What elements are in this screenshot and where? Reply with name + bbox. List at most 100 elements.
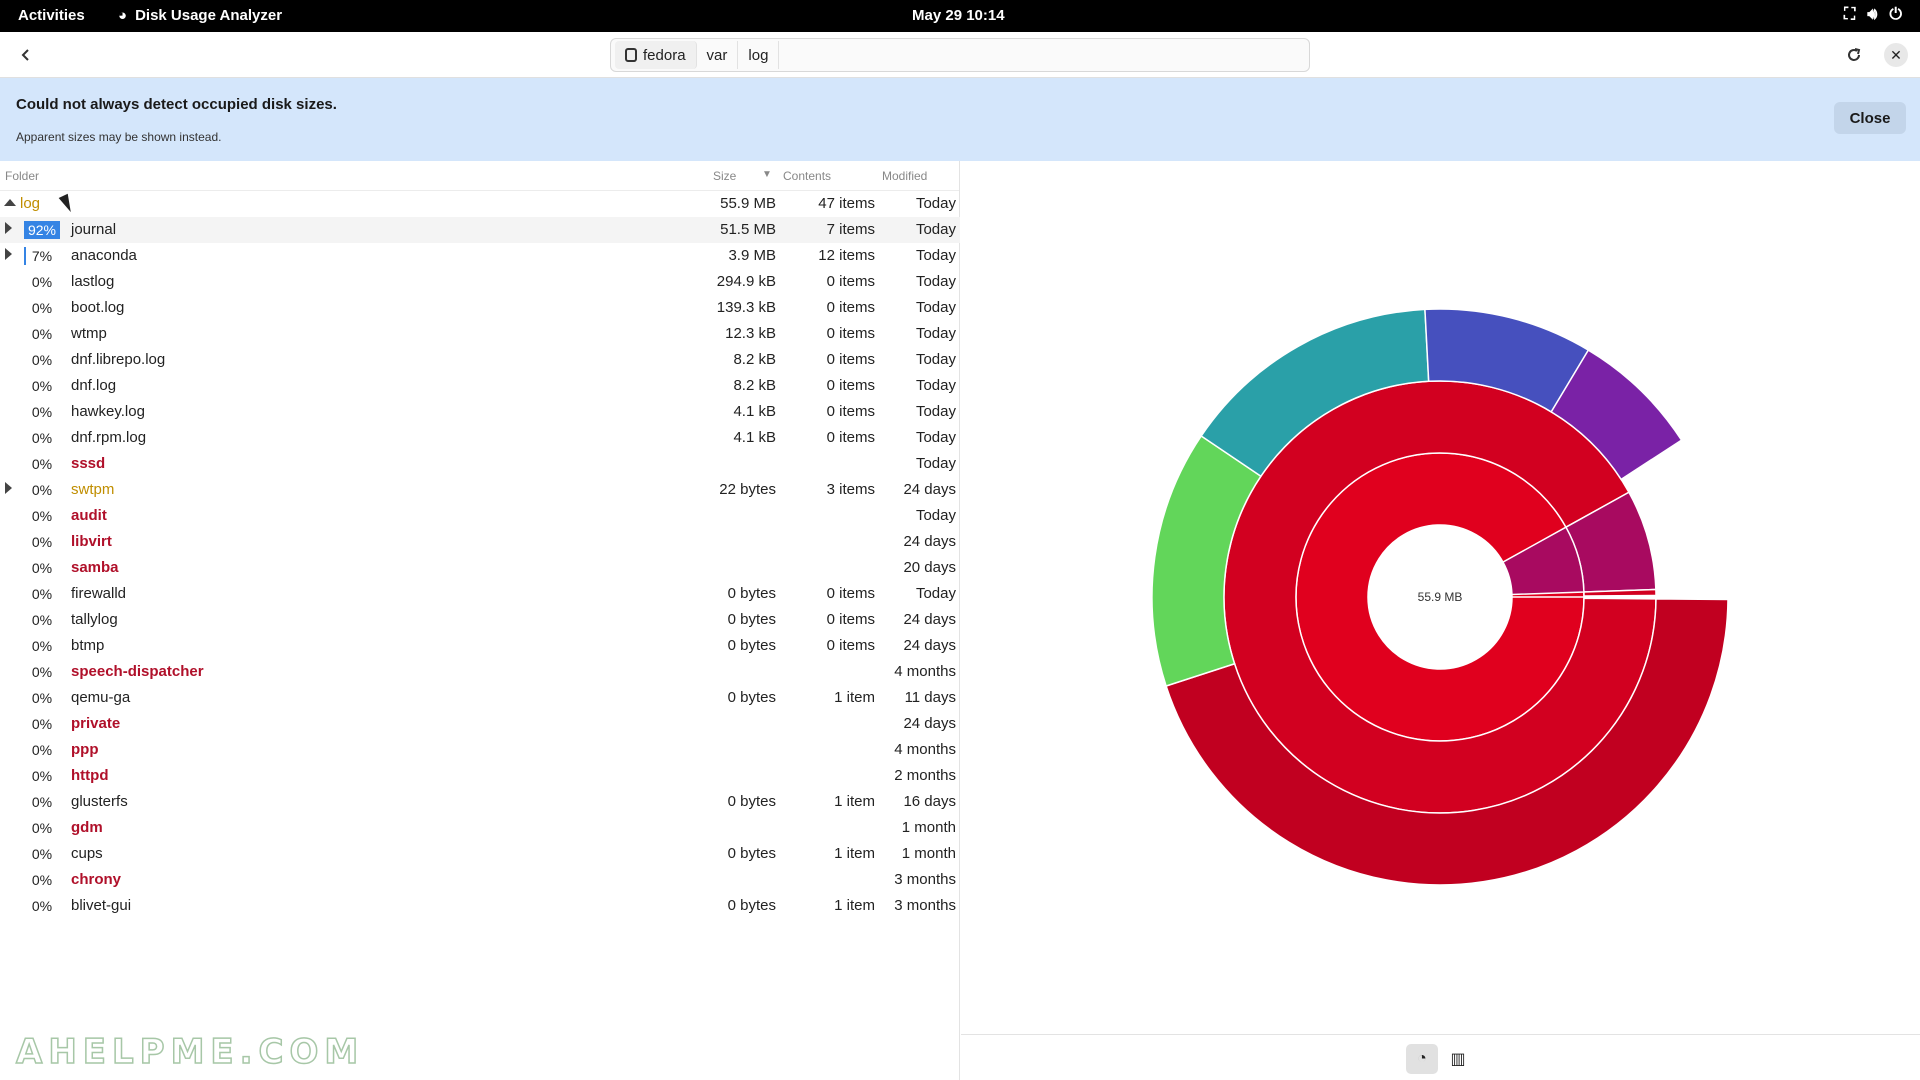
size-cell: 0 bytes bbox=[727, 637, 776, 654]
ring-chart[interactable]: 55.9 MB bbox=[961, 161, 1920, 1034]
modified-cell: 11 days bbox=[904, 689, 956, 706]
folder-tree: Folder Size ▼ Contents Modified log 55.9 … bbox=[0, 161, 960, 1080]
percent-cell: 0% bbox=[31, 898, 53, 914]
column-header-folder[interactable]: Folder bbox=[5, 169, 39, 183]
folder-name: journal bbox=[71, 221, 117, 238]
contents-cell: 0 items bbox=[826, 637, 875, 654]
contents-cell: 1 item bbox=[834, 689, 875, 706]
folder-name: speech-dispatcher bbox=[71, 663, 204, 680]
modified-cell: 3 months bbox=[894, 897, 956, 914]
table-row[interactable]: 0% dnf.log 8.2 kB 0 items Today bbox=[0, 373, 960, 399]
modified-cell: Today bbox=[915, 429, 956, 446]
modified-cell: 24 days bbox=[903, 533, 956, 550]
table-row[interactable]: 0% blivet-gui 0 bytes 1 item 3 months bbox=[0, 893, 960, 919]
path-segment-fedora[interactable]: fedora bbox=[615, 41, 697, 69]
percent-cell: 0% bbox=[31, 664, 53, 680]
table-row[interactable]: 0% dnf.librepo.log 8.2 kB 0 items Today bbox=[0, 347, 960, 373]
column-header-modified[interactable]: Modified bbox=[882, 169, 927, 183]
percent-cell: 0% bbox=[31, 378, 53, 394]
folder-name: swtpm bbox=[71, 481, 115, 498]
table-row[interactable]: 0% gdm 1 month bbox=[0, 815, 960, 841]
disk-usage-icon: ◕ bbox=[118, 7, 128, 24]
network-icon: ⛶ bbox=[1844, 6, 1856, 23]
table-row[interactable]: 0% boot.log 139.3 kB 0 items Today bbox=[0, 295, 960, 321]
window-close-button[interactable]: ✕ bbox=[1884, 43, 1908, 67]
table-row[interactable]: 0% speech-dispatcher 4 months bbox=[0, 659, 960, 685]
table-row[interactable]: 0% wtmp 12.3 kB 0 items Today bbox=[0, 321, 960, 347]
top-bar: Activities ◕ Disk Usage Analyzer May 29 … bbox=[0, 0, 1920, 32]
table-row[interactable]: 0% chrony 3 months bbox=[0, 867, 960, 893]
table-row[interactable]: 0% btmp 0 bytes 0 items 24 days bbox=[0, 633, 960, 659]
folder-name: audit bbox=[71, 507, 107, 524]
path-segment-var[interactable]: var bbox=[697, 41, 739, 69]
banner-close-button[interactable]: Close bbox=[1834, 102, 1906, 134]
size-cell: 139.3 kB bbox=[716, 299, 776, 316]
table-row[interactable]: 0% dnf.rpm.log 4.1 kB 0 items Today bbox=[0, 425, 960, 451]
clock[interactable]: May 29 10:14 bbox=[912, 7, 1005, 24]
folder-name: tallylog bbox=[71, 611, 118, 628]
reload-icon bbox=[1848, 48, 1861, 61]
table-row[interactable]: 0% httpd 2 months bbox=[0, 763, 960, 789]
contents-cell: 7 items bbox=[826, 221, 875, 238]
table-row[interactable]: 0% firewalld 0 bytes 0 items Today bbox=[0, 581, 960, 607]
column-header-contents[interactable]: Contents bbox=[783, 169, 831, 183]
contents-cell: 47 items bbox=[818, 195, 875, 212]
size-cell: 0 bytes bbox=[727, 845, 776, 862]
app-name: Disk Usage Analyzer bbox=[135, 7, 283, 24]
percent-cell: 0% bbox=[31, 820, 53, 836]
activities-button[interactable]: Activities bbox=[18, 7, 85, 24]
percent-cell: 0% bbox=[31, 612, 53, 628]
percent-cell: 0% bbox=[31, 534, 53, 550]
folder-name: ppp bbox=[71, 741, 99, 758]
contents-cell: 0 items bbox=[826, 351, 875, 368]
size-cell: 0 bytes bbox=[727, 897, 776, 914]
table-row[interactable]: log 55.9 MB 47 items Today bbox=[0, 191, 960, 217]
modified-cell: 1 month bbox=[901, 845, 956, 862]
tree-header: Folder Size ▼ Contents Modified bbox=[0, 161, 959, 191]
rings-view-button[interactable]: ◔ bbox=[1406, 1044, 1438, 1074]
modified-cell: Today bbox=[915, 455, 956, 472]
expand-arrow-icon[interactable] bbox=[5, 482, 12, 494]
percent-cell: 0% bbox=[31, 326, 53, 342]
collapse-arrow-icon[interactable] bbox=[4, 199, 16, 206]
path-segment-log[interactable]: log bbox=[738, 41, 780, 69]
table-row[interactable]: 0% swtpm 22 bytes 3 items 24 days bbox=[0, 477, 960, 503]
column-header-size[interactable]: Size bbox=[713, 169, 736, 183]
table-row[interactable]: 7% anaconda 3.9 MB 12 items Today bbox=[0, 243, 960, 269]
table-row[interactable]: 0% hawkey.log 4.1 kB 0 items Today bbox=[0, 399, 960, 425]
reload-button[interactable] bbox=[1840, 41, 1868, 69]
modified-cell: Today bbox=[915, 247, 956, 264]
system-status-area[interactable]: ⛶ 🔊︎ ⏻ bbox=[1844, 6, 1902, 24]
modified-cell: 2 months bbox=[894, 767, 956, 784]
folder-name: httpd bbox=[71, 767, 109, 784]
expand-arrow-icon[interactable] bbox=[5, 248, 12, 260]
expand-arrow-icon[interactable] bbox=[5, 222, 12, 234]
table-row[interactable]: 0% ppp 4 months bbox=[0, 737, 960, 763]
table-row[interactable]: 0% libvirt 24 days bbox=[0, 529, 960, 555]
size-cell: 3.9 MB bbox=[728, 247, 776, 264]
modified-cell: 20 days bbox=[903, 559, 956, 576]
table-row[interactable]: 0% private 24 days bbox=[0, 711, 960, 737]
table-row[interactable]: 0% sssd Today bbox=[0, 451, 960, 477]
rings-chart-icon: ◔ bbox=[1417, 1050, 1427, 1067]
treemap-chart-icon: ▥ bbox=[1450, 1051, 1466, 1068]
folder-name: wtmp bbox=[71, 325, 107, 342]
folder-name: private bbox=[71, 715, 121, 732]
table-row[interactable]: 0% audit Today bbox=[0, 503, 960, 529]
percent-cell: 0% bbox=[31, 404, 53, 420]
treemap-view-button[interactable]: ▥ bbox=[1442, 1044, 1474, 1074]
contents-cell: 1 item bbox=[834, 793, 875, 810]
app-menu[interactable]: ◕ Disk Usage Analyzer bbox=[118, 7, 282, 24]
table-row[interactable]: 0% cups 0 bytes 1 item 1 month bbox=[0, 841, 960, 867]
table-row[interactable]: 0% samba 20 days bbox=[0, 555, 960, 581]
back-button[interactable] bbox=[12, 41, 40, 69]
table-row[interactable]: 0% qemu-ga 0 bytes 1 item 11 days bbox=[0, 685, 960, 711]
folder-name: qemu-ga bbox=[71, 689, 131, 706]
size-cell: 4.1 kB bbox=[733, 403, 776, 420]
table-row[interactable]: 92% journal 51.5 MB 7 items Today bbox=[0, 217, 960, 243]
chart-footer: ◔ ▥ bbox=[961, 1034, 1920, 1080]
table-row[interactable]: 0% lastlog 294.9 kB 0 items Today bbox=[0, 269, 960, 295]
watermark: AHELPME.COM bbox=[15, 1031, 365, 1073]
table-row[interactable]: 0% glusterfs 0 bytes 1 item 16 days bbox=[0, 789, 960, 815]
table-row[interactable]: 0% tallylog 0 bytes 0 items 24 days bbox=[0, 607, 960, 633]
